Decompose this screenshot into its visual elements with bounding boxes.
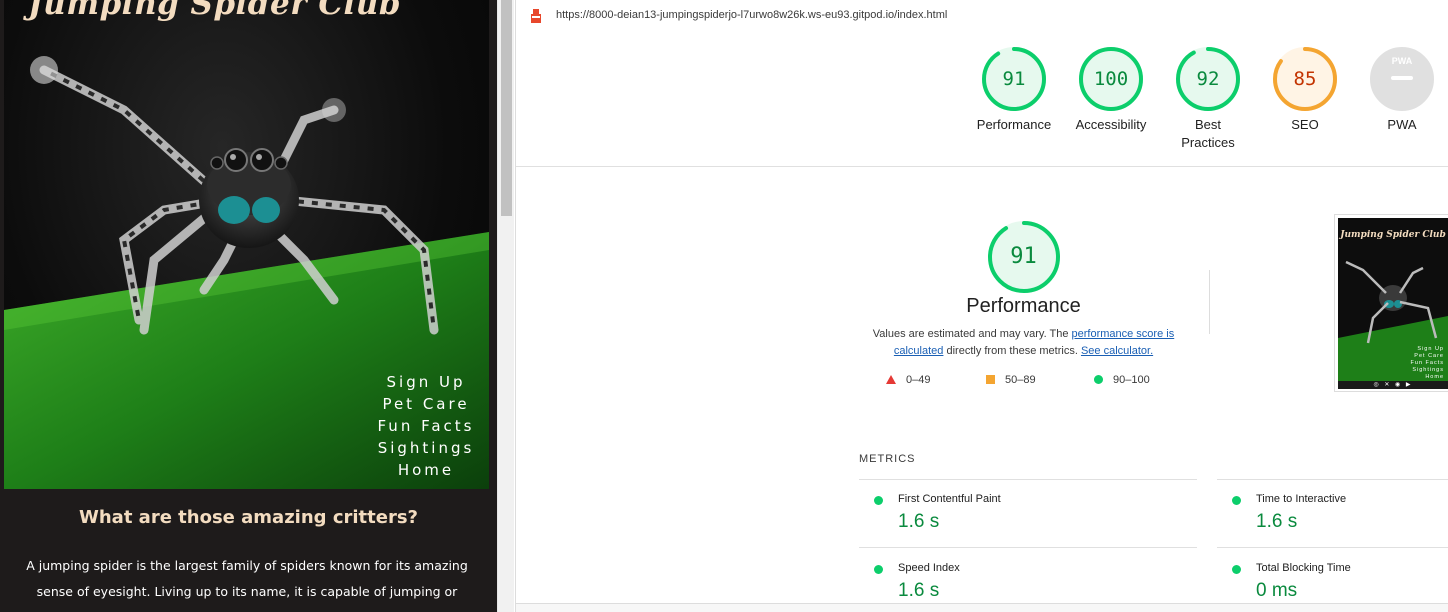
lighthouse-report: https://8000-deian13-jumpingspiderjo-l7u… bbox=[515, 0, 1448, 612]
nav-home[interactable]: Home bbox=[371, 459, 481, 481]
gauge-label: PWA bbox=[1387, 117, 1417, 132]
bottom-bar bbox=[516, 603, 1448, 612]
legend-pass: 90–100 bbox=[1094, 374, 1150, 386]
circle-icon bbox=[1094, 375, 1103, 384]
lighthouse-icon bbox=[531, 9, 541, 23]
metric-name: Time to Interactive bbox=[1256, 493, 1347, 505]
metric-name: Speed Index bbox=[898, 562, 960, 574]
gauge-label: Accessibility bbox=[1075, 117, 1147, 132]
pass-circle-icon bbox=[1232, 565, 1241, 574]
metric-name: First Contentful Paint bbox=[898, 493, 1001, 505]
nav-sign-up[interactable]: Sign Up bbox=[371, 371, 481, 393]
site-preview: Jumping Spider Club Sign Up Pet Care Fun… bbox=[0, 0, 497, 612]
divider bbox=[516, 166, 1448, 167]
gauge-score: 91 bbox=[1002, 68, 1026, 90]
scrollbar-thumb[interactable] bbox=[501, 0, 512, 216]
gauge-accessibility[interactable]: 100 Accessibility bbox=[1061, 46, 1161, 134]
gauge-score: 85 bbox=[1293, 68, 1317, 90]
gauge-label: SEO bbox=[1291, 117, 1319, 132]
triangle-icon bbox=[886, 375, 896, 384]
scrollbar[interactable] bbox=[497, 0, 514, 612]
legend-average: 50–89 bbox=[986, 374, 1036, 386]
metric-value: 0 ms bbox=[1256, 580, 1298, 601]
thumbnail-social-icons: ◎ ✕ ◉ ▶ bbox=[1338, 381, 1448, 389]
see-calculator-link[interactable]: See calculator. bbox=[1081, 345, 1153, 357]
report-url[interactable]: https://8000-deian13-jumpingspiderjo-l7u… bbox=[556, 9, 947, 21]
performance-score: 91 bbox=[1010, 244, 1037, 269]
performance-gauge: 91 bbox=[987, 220, 1061, 294]
legend-fail: 0–49 bbox=[886, 374, 930, 386]
section-paragraph: A jumping spider is the largest family o… bbox=[26, 558, 468, 599]
metric-time-to-interactive[interactable]: Time to Interactive 1.6 s bbox=[1217, 480, 1448, 548]
gauge-performance[interactable]: 91 Performance bbox=[964, 46, 1064, 134]
gauge-score: 100 bbox=[1093, 68, 1129, 90]
metric-name: Total Blocking Time bbox=[1256, 562, 1351, 574]
metrics-heading: METRICS bbox=[859, 453, 916, 465]
pass-circle-icon bbox=[1232, 496, 1241, 505]
gauge-pwa[interactable]: PWA PWA bbox=[1352, 46, 1448, 134]
nav-pet-care[interactable]: Pet Care bbox=[371, 393, 481, 415]
performance-section: 91 Performance Values are estimated and … bbox=[856, 220, 1191, 390]
metric-value: 1.6 s bbox=[898, 511, 940, 532]
performance-description: Values are estimated and may vary. The p… bbox=[872, 328, 1175, 357]
site-nav: Sign Up Pet Care Fun Facts Sightings Hom… bbox=[371, 371, 481, 481]
vertical-separator bbox=[1209, 270, 1210, 334]
nav-fun-facts[interactable]: Fun Facts bbox=[371, 415, 481, 437]
pwa-badge-icon: PWA bbox=[1391, 56, 1413, 66]
gauge-seo[interactable]: 85 SEO bbox=[1255, 46, 1355, 134]
square-icon bbox=[986, 375, 995, 384]
performance-title: Performance bbox=[966, 295, 1081, 317]
final-screenshot[interactable]: Jumping Spider Club Sign Up Pet Care Fun… bbox=[1334, 214, 1448, 392]
pass-circle-icon bbox=[874, 565, 883, 574]
metric-first-contentful-paint[interactable]: First Contentful Paint 1.6 s bbox=[859, 480, 1197, 548]
gauge-label: Performance bbox=[976, 117, 1052, 132]
score-legend: 0–49 50–89 90–100 bbox=[856, 374, 1191, 390]
site-title: Jumping Spider Club bbox=[28, 0, 401, 22]
hero-image: Jumping Spider Club Sign Up Pet Care Fun… bbox=[4, 0, 489, 489]
metric-value: 1.6 s bbox=[898, 580, 940, 601]
pwa-dash-icon bbox=[1391, 76, 1413, 80]
metric-value: 1.6 s bbox=[1256, 511, 1298, 532]
gauge-best-practices[interactable]: 92 Best Practices bbox=[1158, 46, 1258, 152]
section-heading: What are those amazing critters? bbox=[79, 507, 418, 528]
gauge-score: 92 bbox=[1196, 68, 1220, 90]
thumbnail-nav: Sign Up Pet Care Fun Facts Sightings Hom… bbox=[1410, 346, 1444, 380]
thumbnail-title: Jumping Spider Club bbox=[1340, 230, 1446, 240]
nav-sightings[interactable]: Sightings bbox=[371, 437, 481, 459]
pass-circle-icon bbox=[874, 496, 883, 505]
gauge-label: Best Practices bbox=[1181, 117, 1235, 150]
url-bar: https://8000-deian13-jumpingspiderjo-l7u… bbox=[516, 0, 1448, 32]
